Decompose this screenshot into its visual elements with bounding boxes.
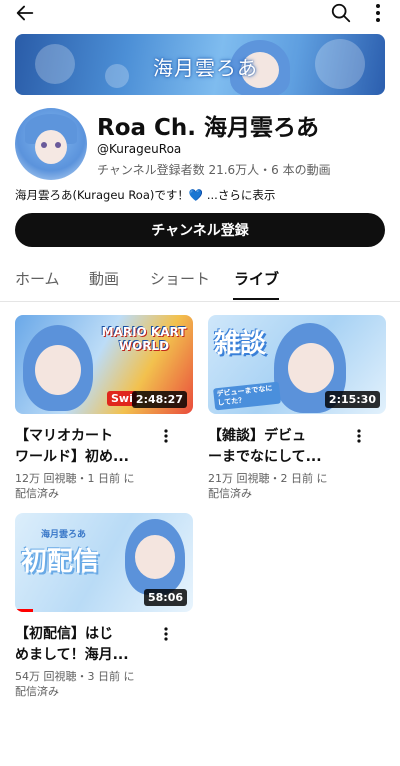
more-vert-icon	[164, 429, 168, 443]
more-vert-icon	[164, 627, 168, 641]
video-menu-button[interactable]	[160, 625, 172, 643]
video-title-line: ーまでなにして...	[208, 449, 322, 465]
arrow-left-icon	[16, 5, 34, 21]
video-stream-status: 配信済み	[208, 487, 252, 500]
video-title-line: 【雑談】デビュ	[208, 428, 306, 444]
video-card[interactable]: 雑談 デビューまでなにしてた？ 2:15:30 【雑談】デビュ ーまでなにして.…	[208, 315, 386, 505]
video-card[interactable]: 海月雲ろあ 初配信 58:06 【初配信】はじ めまして！海月... 54万 回…	[15, 513, 193, 703]
heart-icon: 💙	[188, 188, 204, 202]
top-bar	[0, 0, 400, 28]
thumbnail-badge-text: 海月雲ろあ	[41, 530, 87, 540]
video-duration: 2:15:30	[324, 391, 380, 408]
watch-progress-fill	[15, 609, 33, 612]
more-options-button[interactable]	[366, 0, 390, 26]
more-vert-icon	[357, 429, 361, 443]
video-duration: 2:48:27	[131, 391, 187, 408]
video-thumbnail[interactable]: MARIO KART WORLD Swi 2:48:27	[15, 315, 193, 414]
video-title-line: めまして！海月...	[15, 647, 129, 663]
video-stream-status: 配信済み	[15, 685, 59, 698]
channel-stats: チャンネル登録者数 21.6万人・6 本の動画	[97, 163, 331, 177]
video-views-age: 21万 回視聴・2 日前 に	[208, 472, 328, 485]
tab-home[interactable]: ホーム	[15, 268, 60, 289]
video-title-line: 【初配信】はじ	[15, 626, 113, 642]
channel-name: Roa Ch. 海月雲ろあ	[97, 115, 320, 141]
thumbnail-badge-text: デビューまでなにしてた？	[213, 381, 281, 411]
video-views-age: 12万 回視聴・1 日前 に	[15, 472, 135, 485]
show-more-link[interactable]: ...さらに表示	[203, 188, 275, 202]
video-meta: 12万 回視聴・1 日前 に 配信済み	[15, 471, 165, 501]
more-vert-icon	[376, 4, 380, 22]
video-title[interactable]: 【雑談】デビュ ーまでなにして...	[208, 426, 348, 468]
banner-logo-text: 海月雲ろあ	[153, 56, 258, 80]
search-button[interactable]	[326, 0, 356, 26]
search-icon	[331, 3, 351, 23]
video-title-line: ワールド】初め...	[15, 449, 129, 465]
thumbnail-logo-text: 初配信	[21, 547, 100, 577]
channel-tabs: ホーム 動画 ショート ライブ	[0, 262, 400, 302]
watch-progress-bar	[15, 609, 193, 612]
video-title[interactable]: 【初配信】はじ めまして！海月...	[15, 624, 155, 666]
thumbnail-logo-text: MARIO KART WORLD	[101, 325, 187, 353]
tab-shorts[interactable]: ショート	[150, 268, 210, 289]
video-duration: 58:06	[143, 589, 187, 606]
channel-banner: 海月雲ろあ	[15, 34, 385, 95]
video-meta: 21万 回視聴・2 日前 に 配信済み	[208, 471, 358, 501]
video-card[interactable]: MARIO KART WORLD Swi 2:48:27 【マリオカート ワール…	[15, 315, 193, 505]
channel-handle: @KurageuRoa	[97, 142, 182, 156]
video-title[interactable]: 【マリオカート ワールド】初め...	[15, 426, 155, 468]
video-title-line: 【マリオカート	[15, 428, 113, 444]
video-thumbnail[interactable]: 雑談 デビューまでなにしてた？ 2:15:30	[208, 315, 386, 414]
active-tab-indicator	[233, 298, 279, 300]
description-text: 海月雲ろあ(Kurageu Roa)です！	[15, 188, 189, 202]
video-menu-button[interactable]	[353, 427, 365, 445]
video-thumbnail[interactable]: 海月雲ろあ 初配信 58:06	[15, 513, 193, 612]
video-menu-button[interactable]	[160, 427, 172, 445]
channel-avatar[interactable]	[15, 108, 87, 180]
video-views-age: 54万 回視聴・3 日前 に	[15, 670, 135, 683]
video-meta: 54万 回視聴・3 日前 に 配信済み	[15, 669, 165, 699]
back-button[interactable]	[10, 0, 40, 26]
subscribe-button[interactable]: チャンネル登録	[15, 213, 385, 247]
thumbnail-logo-text: 雑談	[214, 329, 267, 359]
video-stream-status: 配信済み	[15, 487, 59, 500]
tab-live[interactable]: ライブ	[234, 268, 279, 289]
channel-description[interactable]: 海月雲ろあ(Kurageu Roa)です！💙 ...さらに表示	[15, 187, 275, 203]
tab-videos[interactable]: 動画	[89, 268, 119, 289]
